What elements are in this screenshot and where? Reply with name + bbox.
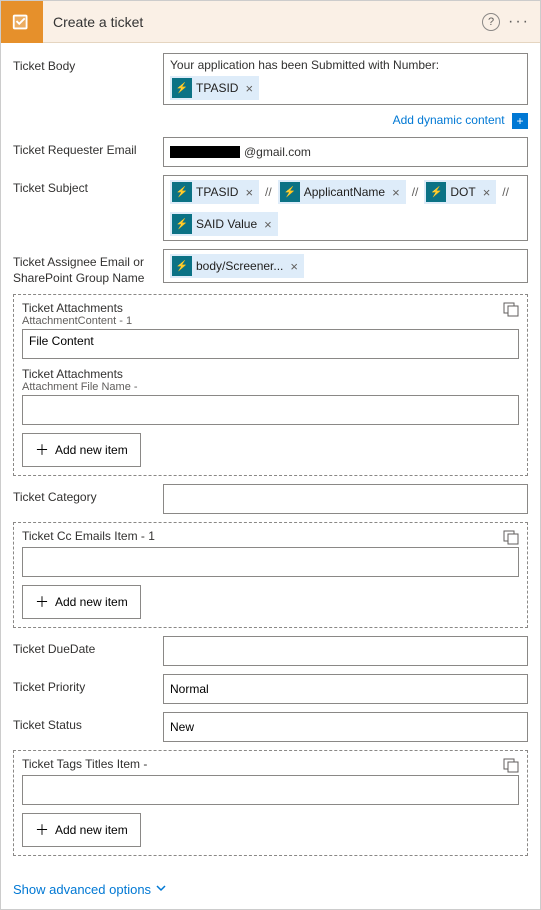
token-body-screener[interactable]: ⚡ body/Screener... ×	[170, 254, 304, 278]
array-cc-emails: Ticket Cc Emails Item - 1 ＋ Add new item	[13, 522, 528, 628]
label-attachments-name: Ticket Attachments	[22, 367, 519, 381]
label-assignee: Ticket Assignee Email or SharePoint Grou…	[13, 249, 163, 286]
remove-token-icon[interactable]: ×	[290, 259, 298, 274]
input-duedate[interactable]	[163, 636, 528, 666]
label-tags: Ticket Tags Titles Item -	[22, 757, 519, 771]
dynamic-content-icon: ⚡	[426, 182, 446, 202]
switch-mode-icon[interactable]	[503, 757, 519, 778]
more-icon[interactable]: ···	[508, 13, 530, 31]
label-priority: Ticket Priority	[13, 674, 163, 696]
redacted-text	[170, 146, 240, 158]
label-cc-emails: Ticket Cc Emails Item - 1	[22, 529, 519, 543]
token-tpasid-2[interactable]: ⚡ TPASID ×	[170, 180, 259, 204]
show-advanced-link[interactable]: Show advanced options	[1, 876, 179, 909]
sublabel-attachment-filename: Attachment File Name -	[22, 381, 519, 393]
plus-icon: ＋	[35, 820, 49, 840]
dynamic-content-icon: ⚡	[172, 78, 192, 98]
token-applicantname[interactable]: ⚡ ApplicantName ×	[278, 180, 406, 204]
input-assignee[interactable]: ⚡ body/Screener... ×	[163, 249, 528, 283]
action-card: Create a ticket ? ··· Ticket Body Your a…	[0, 0, 541, 910]
label-duedate: Ticket DueDate	[13, 636, 163, 658]
dynamic-content-icon: ⚡	[172, 214, 192, 234]
remove-token-icon[interactable]: ×	[264, 217, 272, 232]
add-item-button[interactable]: ＋ Add new item	[22, 813, 141, 847]
add-item-button[interactable]: ＋ Add new item	[22, 585, 141, 619]
label-requester-email: Ticket Requester Email	[13, 137, 163, 159]
remove-token-icon[interactable]: ×	[483, 185, 491, 200]
array-tags: Ticket Tags Titles Item - ＋ Add new item	[13, 750, 528, 856]
input-priority[interactable]: Normal	[163, 674, 528, 704]
connector-icon	[1, 1, 43, 43]
input-category[interactable]	[163, 484, 528, 514]
add-dynamic-content-link[interactable]: Add dynamic content	[393, 113, 505, 127]
input-tags[interactable]	[22, 775, 519, 805]
card-header: Create a ticket ? ···	[1, 1, 540, 43]
label-attachments-content: Ticket Attachments	[22, 301, 519, 315]
input-ticket-body[interactable]: Your application has been Submitted with…	[163, 53, 528, 105]
input-requester-email[interactable]: @gmail.com	[163, 137, 528, 167]
input-attachment-content[interactable]: File Content	[22, 329, 519, 359]
input-status[interactable]: New	[163, 712, 528, 742]
array-attachments: Ticket Attachments AttachmentContent - 1…	[13, 294, 528, 476]
chevron-down-icon	[155, 882, 167, 897]
sublabel-attachment-content: AttachmentContent - 1	[22, 315, 519, 327]
add-item-button[interactable]: ＋ Add new item	[22, 433, 141, 467]
body-prefix-text: Your application has been Submitted with…	[170, 58, 439, 72]
card-body: Ticket Body Your application has been Su…	[1, 43, 540, 876]
add-dynamic-plus-icon[interactable]: +	[512, 113, 528, 129]
token-tpasid[interactable]: ⚡ TPASID ×	[170, 76, 259, 100]
remove-token-icon[interactable]: ×	[392, 185, 400, 200]
dynamic-content-icon: ⚡	[172, 182, 192, 202]
plus-icon: ＋	[35, 440, 49, 460]
token-said-value[interactable]: ⚡ SAID Value ×	[170, 212, 278, 236]
switch-mode-icon[interactable]	[503, 301, 519, 322]
remove-token-icon[interactable]: ×	[245, 185, 253, 200]
card-title[interactable]: Create a ticket	[43, 14, 482, 30]
dynamic-content-icon: ⚡	[172, 256, 192, 276]
label-status: Ticket Status	[13, 712, 163, 734]
input-attachment-filename[interactable]	[22, 395, 519, 425]
label-ticket-subject: Ticket Subject	[13, 175, 163, 197]
help-icon[interactable]: ?	[482, 13, 500, 31]
label-ticket-body: Ticket Body	[13, 53, 163, 75]
plus-icon: ＋	[35, 592, 49, 612]
token-dot[interactable]: ⚡ DOT ×	[424, 180, 496, 204]
label-category: Ticket Category	[13, 484, 163, 506]
remove-token-icon[interactable]: ×	[245, 81, 253, 96]
input-ticket-subject[interactable]: ⚡ TPASID × // ⚡ ApplicantName × // ⚡ DOT	[163, 175, 528, 241]
switch-mode-icon[interactable]	[503, 529, 519, 550]
input-cc-emails[interactable]	[22, 547, 519, 577]
dynamic-content-icon: ⚡	[280, 182, 300, 202]
